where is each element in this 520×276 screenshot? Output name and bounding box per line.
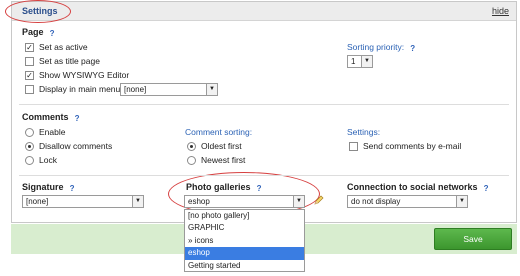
triangle-down-icon: ▼ [456,196,467,207]
main-menu-select[interactable]: [none] ▼ [120,83,218,96]
display-main-menu-option[interactable]: Display in main menu [25,84,120,94]
social-select[interactable]: do not display ▼ [347,195,468,208]
help-icon[interactable]: ? [67,184,77,193]
hide-link[interactable]: hide [492,6,509,16]
comments-section-title: Comments? [22,112,82,123]
comments-disallow-option[interactable]: Disallow comments [25,141,112,151]
triangle-down-icon: ▼ [206,84,217,95]
set-title-page-option[interactable]: Set as title page [25,56,100,66]
gallery-option[interactable]: GRAPHIC [185,222,304,234]
set-title-page-checkbox[interactable] [25,56,34,66]
main-menu-value: [none] [124,85,147,94]
sorting-priority-label: Sorting priority:? [347,42,418,53]
comment-settings-label: Settings: [347,127,381,137]
comment-sorting-label: Comment sorting: [185,127,253,137]
comments-disallow-radio[interactable] [25,141,34,151]
newest-first-label: Newest first [201,155,246,165]
comments-lock-option[interactable]: Lock [25,155,57,165]
show-wysiwyg-checkbox[interactable]: ✓ [25,70,34,80]
oldest-first-radio[interactable] [187,141,196,151]
sorting-priority-select[interactable]: 1 ▼ [347,55,373,68]
gallery-option-selected[interactable]: eshop [185,247,304,260]
comments-lock-radio[interactable] [25,155,34,165]
comments-disallow-label: Disallow comments [39,141,113,151]
help-icon[interactable]: ? [408,44,418,53]
signature-section-title: Signature? [22,182,77,193]
newest-first-option[interactable]: Newest first [187,155,245,165]
help-icon[interactable]: ? [47,29,57,38]
help-icon[interactable]: ? [481,184,491,193]
section-divider [19,104,509,105]
photo-galleries-section-title: Photo galleries? [186,182,264,193]
set-active-option[interactable]: ✓ Set as active [25,42,88,52]
comments-enable-option[interactable]: Enable [25,127,65,137]
photo-galleries-value: eshop [188,197,210,206]
send-email-label: Send comments by e-mail [363,141,462,151]
oldest-first-label: Oldest first [201,141,242,151]
comments-lock-label: Lock [39,155,57,165]
signature-select[interactable]: [none] ▼ [22,195,144,208]
oldest-first-option[interactable]: Oldest first [187,141,242,151]
triangle-down-icon: ▼ [293,196,304,207]
show-wysiwyg-option[interactable]: ✓ Show WYSIWYG Editor [25,70,129,80]
help-icon[interactable]: ? [72,114,82,123]
set-active-checkbox[interactable]: ✓ [25,42,34,52]
signature-value: [none] [26,197,49,206]
set-title-page-label: Set as title page [39,56,100,66]
page-section-title: Page? [22,27,57,38]
pencil-icon[interactable] [314,195,324,205]
newest-first-radio[interactable] [187,155,196,165]
comments-enable-radio[interactable] [25,127,34,137]
save-button[interactable]: Save [434,228,512,250]
send-email-checkbox[interactable] [349,141,358,151]
panel-header: Settings hide [12,2,516,21]
display-main-menu-checkbox[interactable] [25,84,34,94]
display-main-menu-label: Display in main menu [39,84,121,94]
photo-galleries-dropdown: [no photo gallery] GRAPHIC » icons eshop… [184,209,305,272]
sorting-priority-value: 1 [351,57,356,66]
show-wysiwyg-label: Show WYSIWYG Editor [39,70,130,80]
help-icon[interactable]: ? [254,184,264,193]
set-active-label: Set as active [39,42,88,52]
photo-galleries-select[interactable]: eshop ▼ [184,195,305,208]
triangle-down-icon: ▼ [132,196,143,207]
social-section-title: Connection to social networks? [347,182,491,193]
gallery-option[interactable]: Getting started [185,260,304,272]
comments-enable-label: Enable [39,127,66,137]
triangle-down-icon: ▼ [361,56,372,67]
section-divider [19,175,509,176]
gallery-option[interactable]: » icons [185,235,304,247]
panel-title: Settings [22,6,58,16]
social-value: do not display [351,197,401,206]
send-email-option[interactable]: Send comments by e-mail [349,141,461,151]
gallery-option[interactable]: [no photo gallery] [185,210,304,222]
